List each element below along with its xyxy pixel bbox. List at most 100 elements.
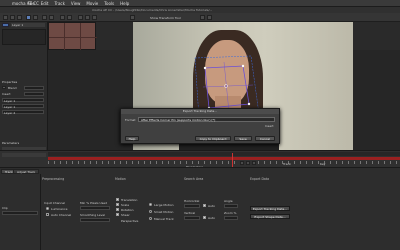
prop-row-2: Insert	[2, 92, 46, 97]
dialog-title: Export Tracking Data...	[121, 109, 279, 114]
corner-pin-handle	[247, 102, 251, 106]
insert-dropdown[interactable]	[24, 92, 44, 96]
clip-dropdown[interactable]	[2, 211, 38, 215]
timeline: Track Key Parameters	[0, 150, 400, 169]
stop-icon[interactable]	[246, 161, 250, 165]
zoom-tool-icon[interactable]	[17, 15, 22, 20]
translation-checkbox[interactable]	[116, 198, 119, 201]
export-shape-data-button[interactable]: Export Shape Data...	[250, 214, 290, 219]
zoom-field[interactable]	[224, 216, 238, 220]
horizontal-auto-label: Auto	[208, 204, 215, 208]
bezier-tool-icon[interactable]	[33, 15, 38, 20]
input-channel-label: Input Channel	[44, 201, 66, 205]
small-motion-label: Small Motion	[154, 210, 174, 214]
corner-pin-handle	[203, 66, 207, 70]
format-value: After Effects Corner Pin (supports motio…	[141, 118, 216, 122]
xspline-tool-icon[interactable]	[26, 15, 31, 20]
export-tracking-data-button[interactable]: Export Tracking Data...	[250, 206, 290, 211]
prop-label: Insert	[2, 92, 11, 96]
play-backward-icon[interactable]	[240, 161, 244, 165]
menu-edit[interactable]: Edit	[41, 1, 49, 6]
timeline-header	[48, 152, 400, 156]
tab-adjust-track[interactable]: Adjust Track	[13, 169, 40, 174]
auto-channel-checkbox[interactable]	[46, 213, 49, 216]
vertical-field[interactable]	[184, 216, 200, 220]
menu-track[interactable]: Track	[54, 1, 64, 6]
manual-track-radio[interactable]	[149, 217, 152, 220]
overlay-toggle-icon[interactable]	[200, 15, 205, 20]
view-layer-icon[interactable]	[78, 15, 83, 20]
zoom-label: Zoom %	[224, 211, 237, 215]
hand-tool-icon[interactable]	[10, 15, 15, 20]
params-header: Parameters	[2, 141, 20, 145]
menu-tools[interactable]: Tools	[104, 1, 114, 6]
menu-movie[interactable]: Movie	[86, 1, 98, 6]
surface-tool-icon[interactable]	[49, 15, 54, 20]
scale-checkbox[interactable]	[116, 203, 119, 206]
thumbnail-grid	[49, 23, 97, 51]
luminance-label: Luminance	[51, 207, 68, 211]
prop-label: Blend	[8, 86, 17, 90]
copy-to-clipboard-button[interactable]: Copy to Clipboard	[195, 136, 231, 141]
menu-help[interactable]: Help	[120, 1, 129, 6]
track-backward-icon[interactable]	[60, 15, 65, 20]
help-button[interactable]: Help	[125, 136, 139, 141]
key-label: Key	[320, 162, 326, 166]
scale-label: Scale	[121, 203, 130, 207]
zoom-fit-icon[interactable]	[207, 15, 212, 20]
view-grid-icon[interactable]	[92, 15, 97, 20]
dropdown-value: Layer 2	[4, 111, 16, 115]
menu-file[interactable]: File	[28, 1, 35, 6]
insert-label: Insert	[265, 124, 274, 128]
shear-label: Shear	[121, 213, 130, 217]
layer-dropdown[interactable]: Layer 1	[2, 98, 44, 103]
motion-header: Motion	[115, 177, 126, 181]
angle-field[interactable]	[224, 204, 238, 208]
menu-view[interactable]: View	[71, 1, 81, 6]
smoothing-label: Smoothing Level	[80, 213, 106, 217]
view-matte-icon[interactable]	[85, 15, 90, 20]
shear-checkbox[interactable]	[116, 213, 119, 216]
playhead[interactable]	[232, 153, 233, 167]
clip-label: Clip	[2, 206, 8, 210]
export-tracking-dialog: Export Tracking Data... Format After Eff…	[120, 108, 280, 144]
auto-channel-label: Auto Channel	[51, 213, 72, 217]
rotation-checkbox[interactable]	[116, 208, 119, 211]
tracked-range-bar[interactable]	[48, 157, 400, 160]
small-motion-radio[interactable]	[149, 210, 152, 213]
timeline-controls	[2, 153, 46, 157]
play-forward-icon[interactable]	[252, 161, 256, 165]
luminance-radio[interactable]	[46, 207, 49, 210]
perspective-label: Perspective	[121, 219, 139, 223]
prop-row-3: Layer 1	[2, 98, 46, 103]
cancel-button[interactable]: Cancel	[255, 136, 275, 141]
layer-name-field[interactable]: Layer 1	[11, 23, 45, 27]
large-motion-radio[interactable]	[149, 203, 152, 206]
vertical-auto-checkbox[interactable]	[203, 216, 206, 219]
horizontal-field[interactable]	[184, 204, 200, 208]
format-select[interactable]: After Effects Corner Pin (supports motio…	[138, 117, 275, 122]
blend-dropdown[interactable]	[24, 86, 44, 90]
layer-dropdown[interactable]: Layer 1	[2, 104, 44, 109]
large-motion-label: Large Motion	[154, 203, 174, 207]
translation-label: Translation	[121, 198, 138, 202]
select-tool-icon[interactable]	[3, 15, 8, 20]
add-point-icon[interactable]	[42, 15, 47, 20]
angle-label: Angle	[224, 199, 233, 203]
horizontal-auto-checkbox[interactable]	[203, 204, 206, 207]
divider	[40, 174, 41, 250]
save-button[interactable]: Save	[234, 136, 252, 141]
layer-dropdown[interactable]: Layer 2	[2, 110, 44, 115]
transform-label: Show Transform Tool	[150, 16, 181, 20]
dropdown-value: Layer 1	[4, 105, 16, 109]
export-data-header: Export Data	[250, 177, 270, 181]
track-forward-icon[interactable]	[67, 15, 72, 20]
clip-thumbnail[interactable]	[48, 22, 97, 51]
smoothing-field[interactable]	[80, 218, 110, 222]
layer-selected-row[interactable]	[2, 23, 9, 27]
min-pixels-field[interactable]	[80, 206, 110, 210]
parameters-panel: Track Adjust Track Preprocessing Motion …	[0, 167, 400, 250]
transform-toggle-icon[interactable]	[130, 15, 135, 20]
layer-panel: Layer 1 Properties Blend Insert Layer 1 …	[0, 22, 48, 162]
color-swatch[interactable]	[2, 86, 6, 89]
